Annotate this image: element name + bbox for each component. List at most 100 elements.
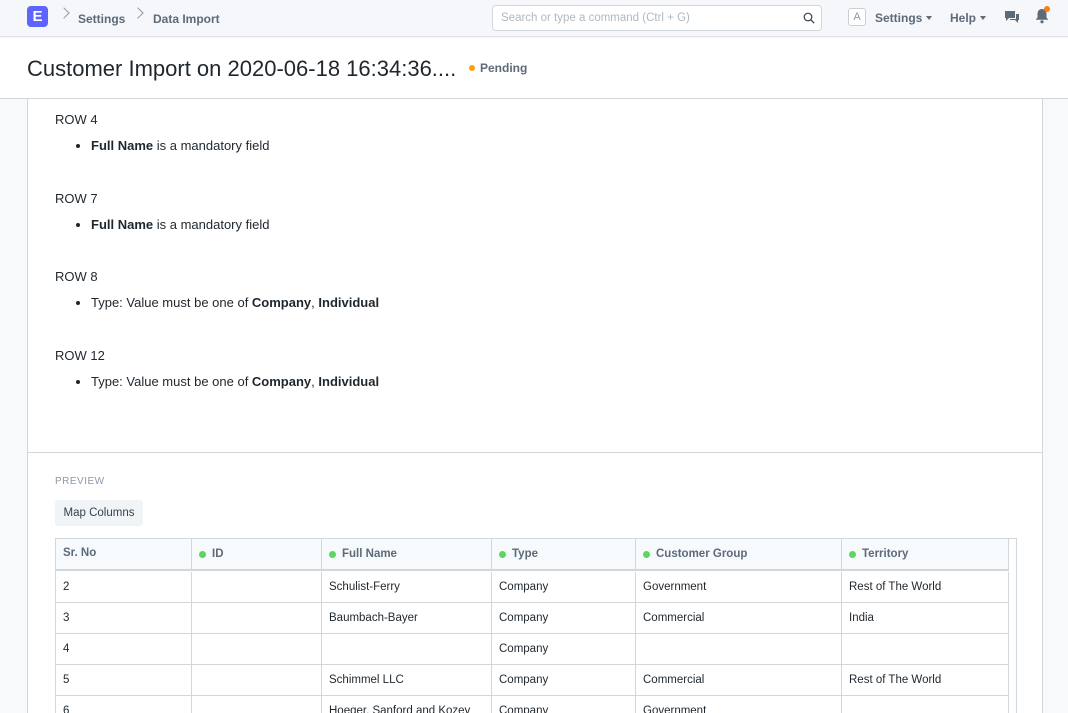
status-dot-icon	[499, 551, 506, 558]
table-cell[interactable]	[192, 603, 322, 634]
bullet	[76, 144, 80, 148]
breadcrumb-data-import[interactable]: Data Import	[153, 12, 220, 26]
bullet	[76, 223, 80, 227]
column-header-full-name[interactable]: Full Name	[322, 539, 492, 571]
table-cell[interactable]	[192, 696, 322, 713]
table-cell[interactable]: Commercial	[636, 665, 842, 696]
table-cell[interactable]: 4	[56, 634, 192, 665]
table-cell[interactable]	[322, 634, 492, 665]
status-indicator-dot	[469, 65, 475, 71]
table-cell-text: Company	[499, 705, 549, 713]
table-cell-text: 4	[63, 643, 70, 655]
column-header-label: Territory	[862, 548, 909, 560]
table-cell-text: Commercial	[643, 612, 705, 624]
error-row-label: ROW 12	[55, 348, 105, 363]
table-cell[interactable]: Company	[492, 572, 636, 603]
table-cell-text: Government	[643, 581, 707, 593]
table-cell[interactable]: Government	[636, 696, 842, 713]
field-name: Full Name	[91, 138, 154, 153]
chat-icon[interactable]	[1004, 10, 1020, 24]
table-cell-text: Company	[499, 674, 549, 686]
table-cell-text: Company	[499, 643, 549, 655]
table-cell-text: Government	[643, 705, 707, 713]
column-header-label: Type	[512, 548, 538, 560]
table-cell-text: India	[849, 612, 874, 624]
table-cell[interactable]: Rest of The World	[842, 572, 1009, 603]
column-header-territory[interactable]: Territory	[842, 539, 1009, 571]
table-cell[interactable]: 2	[56, 572, 192, 603]
notification-dot	[1044, 6, 1050, 12]
table-cell[interactable]	[842, 696, 1009, 713]
status-dot-icon	[849, 551, 856, 558]
table-cell[interactable]	[842, 634, 1009, 665]
column-header-label: Customer Group	[656, 548, 748, 560]
table-cell[interactable]: Schulist-Ferry	[322, 572, 492, 603]
table-cell-text: Commercial	[643, 674, 705, 686]
table-cell-text: Rest of The World	[849, 674, 942, 686]
table-cell[interactable]: Hoeger, Sanford and Kozey	[322, 696, 492, 713]
option-value: Individual	[318, 374, 380, 389]
table-cell-text: Baumbach-Bayer	[329, 612, 418, 624]
status-badge: Pending	[480, 61, 528, 75]
column-header-label: ID	[212, 548, 224, 560]
error-text: Type: Value must be one of	[91, 295, 252, 310]
table-cell[interactable]	[192, 634, 322, 665]
column-header-label: Full Name	[342, 548, 397, 560]
table-cell-text: Rest of The World	[849, 581, 942, 593]
avatar[interactable]: A	[848, 8, 866, 26]
table-cell[interactable]: Baumbach-Bayer	[322, 603, 492, 634]
search-icon[interactable]	[803, 12, 815, 24]
bullet	[76, 301, 80, 305]
column-header-id[interactable]: ID	[192, 539, 322, 571]
table-cell[interactable]: Schimmel LLC	[322, 665, 492, 696]
caret-down-icon	[980, 16, 987, 20]
column-header-sr-no: Sr. No	[56, 539, 192, 571]
table-cell[interactable]: Company	[492, 696, 636, 713]
app-logo[interactable]: E	[27, 6, 48, 27]
table-cell-text: Schulist-Ferry	[329, 581, 400, 593]
status-dot-icon	[643, 551, 650, 558]
table-cell[interactable]: India	[842, 603, 1009, 634]
table-cell[interactable]: 3	[56, 603, 192, 634]
bullet	[76, 380, 80, 384]
table-cell[interactable]: Government	[636, 572, 842, 603]
help-menu-label: Help	[950, 11, 977, 25]
search-box	[492, 5, 822, 31]
table-cell-text: Hoeger, Sanford and Kozey	[329, 705, 471, 713]
page-header: Customer Import on 2020-06-18 16:34:36..…	[0, 38, 1068, 99]
option-value: Individual	[318, 295, 380, 310]
column-header-label: Sr. No	[63, 547, 97, 559]
map-columns-button[interactable]: Map Columns	[55, 500, 143, 526]
column-header-type[interactable]: Type	[492, 539, 636, 571]
table-cell[interactable]	[636, 634, 842, 665]
settings-menu[interactable]: Settings	[875, 11, 933, 25]
page-title: Customer Import on 2020-06-18 16:34:36..…	[27, 56, 457, 81]
table-cell-text: 6	[63, 705, 70, 713]
table-cell[interactable]: Rest of The World	[842, 665, 1009, 696]
section-divider	[28, 452, 1042, 453]
search-input[interactable]	[501, 9, 791, 27]
table-cell[interactable]	[192, 572, 322, 603]
help-menu[interactable]: Help	[950, 11, 987, 25]
table-cell[interactable]: Company	[492, 634, 636, 665]
error-row-label: ROW 4	[55, 112, 98, 127]
table-cell[interactable]: Company	[492, 665, 636, 696]
table-cell[interactable]: Commercial	[636, 603, 842, 634]
status-dot-icon	[199, 551, 206, 558]
table-cell[interactable]: 5	[56, 665, 192, 696]
status-dot-icon	[329, 551, 336, 558]
error-row-label: ROW 8	[55, 269, 98, 284]
error-message: Type: Value must be one of Company, Indi…	[91, 374, 379, 389]
column-header-customer-group[interactable]: Customer Group	[636, 539, 842, 571]
table-cell[interactable]	[192, 665, 322, 696]
error-message: Full Name is a mandatory field	[91, 138, 269, 153]
table-cell[interactable]: 6	[56, 696, 192, 713]
table-edge	[1016, 538, 1017, 713]
error-row-label: ROW 7	[55, 191, 98, 206]
table-cell[interactable]: Company	[492, 603, 636, 634]
table-cell-text: Company	[499, 612, 549, 624]
option-value: Company	[251, 295, 312, 310]
breadcrumb-settings[interactable]: Settings	[78, 12, 125, 26]
field-name: Full Name	[91, 217, 154, 232]
error-message: Full Name is a mandatory field	[91, 217, 269, 232]
